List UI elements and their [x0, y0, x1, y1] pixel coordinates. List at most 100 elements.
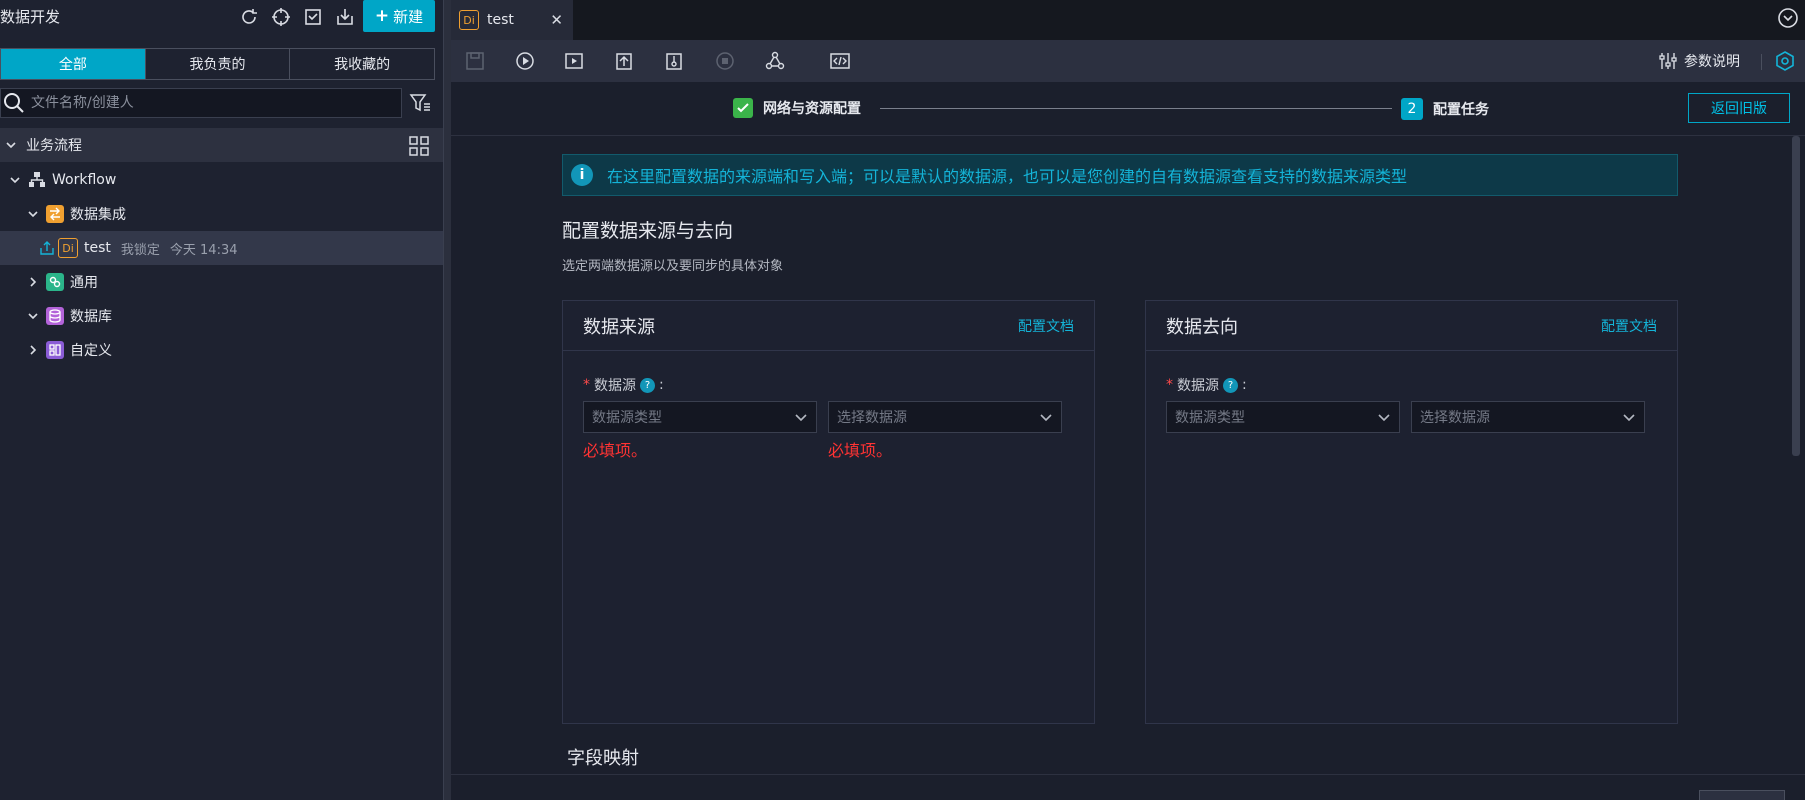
business-flow-section[interactable]: 业务流程: [0, 128, 443, 162]
select-placeholder: 选择数据源: [1420, 410, 1490, 426]
step-label: 配置任务: [1433, 102, 1489, 118]
review-icon[interactable]: [300, 4, 326, 30]
card-title: 数据来源: [583, 316, 655, 338]
colon: :: [659, 377, 664, 393]
filter-icon[interactable]: [407, 90, 433, 116]
chevron-down-icon: [4, 138, 18, 152]
chevron-down-icon: [26, 309, 40, 323]
chevron-right-icon: [26, 343, 40, 357]
card-header: 数据来源 配置文档: [563, 301, 1094, 351]
datasource-select[interactable]: 选择数据源: [828, 401, 1062, 433]
required-mark: *: [1166, 377, 1173, 393]
modified-time: 今天 14:34: [169, 242, 238, 258]
step-label: 网络与资源配置: [763, 101, 861, 117]
colon: :: [1242, 377, 1247, 393]
tree-item-workflow[interactable]: Workflow: [0, 163, 443, 197]
toolbar-divider: [1761, 54, 1762, 70]
datasource-select[interactable]: 选择数据源: [1411, 401, 1645, 433]
datasource-type-select[interactable]: 数据源类型: [1166, 401, 1400, 433]
grid-view-icon[interactable]: [409, 136, 429, 160]
info-text: 在这里配置数据的来源端和写入端；可以是默认的数据源，也可以是您创建的自有数据源查…: [607, 167, 1408, 186]
info-icon: i: [571, 164, 593, 186]
locate-icon[interactable]: [268, 4, 294, 30]
chevron-down-icon: [794, 410, 808, 424]
check-icon: [733, 98, 753, 118]
step-number: 2: [1401, 98, 1423, 120]
tree-item-test-file[interactable]: Di test 我锁定 今天 14:34: [0, 231, 443, 265]
param-help-label: 参数说明: [1684, 54, 1740, 70]
step-connector: [880, 108, 1392, 109]
search-icon: [3, 92, 25, 114]
chevron-down-icon: [1377, 410, 1391, 424]
search-box: [0, 88, 402, 118]
refresh-icon[interactable]: [236, 4, 262, 30]
submit-icon[interactable]: [611, 48, 637, 74]
import-icon[interactable]: [332, 4, 358, 30]
left-panel-header: 数据开发 + 新建: [0, 0, 443, 34]
chevron-right-icon: [26, 275, 40, 289]
datasource-type-select[interactable]: 数据源类型: [583, 401, 817, 433]
run-icon[interactable]: [512, 48, 538, 74]
save-icon[interactable]: [462, 48, 488, 74]
param-help-button[interactable]: 参数说明: [1658, 48, 1740, 74]
tab-favorites[interactable]: 我收藏的: [290, 49, 434, 79]
di-file-icon: Di: [459, 10, 479, 30]
tree-label: 通用: [70, 275, 98, 291]
tree-item-custom[interactable]: 自定义: [0, 333, 443, 367]
tree-label: 自定义: [70, 343, 112, 359]
info-banner: i 在这里配置数据的来源端和写入端；可以是默认的数据源，也可以是您创建的自有数据…: [562, 154, 1678, 196]
upload-status-icon: [38, 239, 56, 257]
editor-tabbar: Di test ✕: [451, 0, 1805, 40]
run-with-params-icon[interactable]: [561, 48, 587, 74]
workflow-icon: [28, 171, 46, 189]
editor-area: Di test ✕ 参数说明 网络与资源配置 2 配置任务 返回旧版 i 在这里…: [451, 0, 1805, 800]
tab-mine[interactable]: 我负责的: [146, 49, 291, 79]
field-label-text: 数据源: [1177, 378, 1219, 394]
code-view-icon[interactable]: [827, 48, 853, 74]
tree-label: 数据集成: [70, 207, 126, 223]
tree-item-data-integration[interactable]: 数据集成: [0, 197, 443, 231]
chevron-circle-down-icon[interactable]: [1777, 7, 1799, 33]
data-target-card: 数据去向 配置文档 * 数据源 ? : 数据源类型 选择数据源: [1145, 300, 1678, 724]
section-subtitle: 选定两端数据源以及要同步的具体对象: [562, 259, 784, 274]
panel-splitter[interactable]: [443, 0, 451, 800]
operation-center-icon[interactable]: [1772, 48, 1798, 74]
config-doc-link[interactable]: 配置文档: [1018, 316, 1074, 336]
stop-icon[interactable]: [712, 48, 738, 74]
validation-error: 必填项。: [828, 441, 893, 460]
next-step-button[interactable]: [1699, 790, 1785, 800]
section-title: 配置数据来源与去向: [562, 220, 734, 242]
lineage-icon[interactable]: [762, 48, 788, 74]
close-icon[interactable]: ✕: [550, 11, 563, 29]
step-configure-task[interactable]: 2 配置任务: [1401, 98, 1489, 120]
config-doc-link[interactable]: 配置文档: [1601, 316, 1657, 336]
new-button[interactable]: + 新建: [363, 0, 435, 32]
step-network-config[interactable]: 网络与资源配置: [733, 98, 861, 118]
field-label-text: 数据源: [594, 378, 636, 394]
validation-error: 必填项。: [583, 441, 648, 460]
card-header: 数据去向 配置文档: [1146, 301, 1677, 351]
select-placeholder: 数据源类型: [592, 410, 662, 426]
wizard-steps: 网络与资源配置 2 配置任务 返回旧版: [451, 82, 1805, 136]
data-source-card: 数据来源 配置文档 * 数据源 ? : 数据源类型 选择数据源 必填项。 必填项…: [562, 300, 1095, 724]
editor-toolbar: 参数说明: [451, 40, 1805, 82]
help-icon[interactable]: ?: [1223, 377, 1238, 393]
tree-item-database[interactable]: 数据库: [0, 299, 443, 333]
editor-tab-test[interactable]: Di test ✕: [451, 0, 573, 40]
publish-icon[interactable]: [661, 48, 687, 74]
tree-label: Workflow: [52, 172, 117, 188]
vertical-scrollbar[interactable]: [1792, 136, 1800, 456]
tab-all[interactable]: 全部: [1, 49, 146, 79]
field-mapping-title: 字段映射: [567, 748, 639, 769]
section-label: 业务流程: [26, 138, 82, 154]
help-icon[interactable]: ?: [640, 377, 655, 393]
sliders-icon: [1658, 51, 1678, 71]
custom-icon: [46, 341, 64, 359]
back-to-old-version-button[interactable]: 返回旧版: [1688, 93, 1790, 123]
tree-item-general[interactable]: 通用: [0, 265, 443, 299]
datasource-field-label: * 数据源 ? :: [1166, 375, 1247, 395]
tree-label: test: [84, 240, 111, 256]
chevron-down-icon: [26, 207, 40, 221]
filter-tabs: 全部 我负责的 我收藏的: [0, 48, 435, 80]
search-input[interactable]: [25, 95, 401, 111]
